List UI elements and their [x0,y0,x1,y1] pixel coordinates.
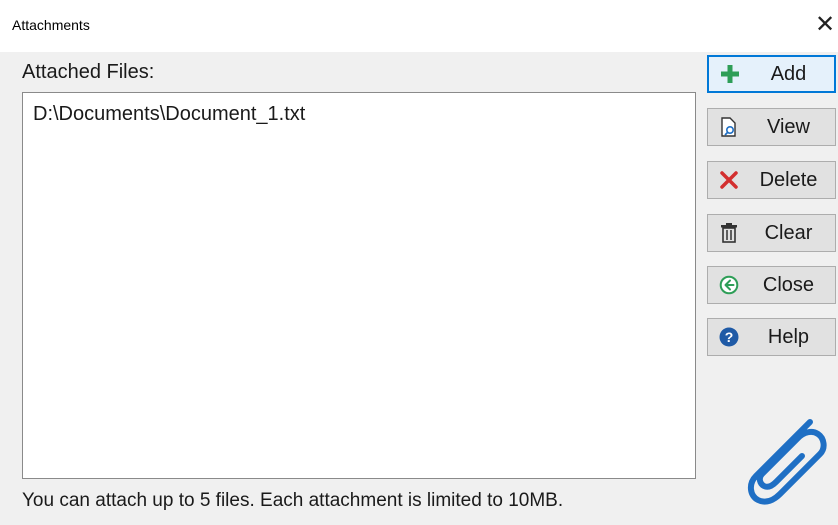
help-button[interactable]: ? Help [707,318,836,356]
svg-text:?: ? [725,329,734,345]
clear-button-label: Clear [764,221,813,244]
attachment-limit-note: You can attach up to 5 files. Each attac… [22,490,564,511]
add-button-label: Add [770,62,807,85]
close-button-label: Close [762,273,815,296]
attached-files-label: Attached Files: [22,61,155,83]
help-button-label: Help [767,325,810,348]
title-bar: Attachments ✕ [0,0,838,52]
delete-button[interactable]: Delete [707,161,836,199]
help-icon: ? [718,326,740,348]
list-item[interactable]: D:\Documents\Document_1.txt [33,103,305,126]
delete-button-label: Delete [759,168,818,191]
paperclip-icon [722,404,832,514]
delete-x-icon [718,169,740,191]
view-document-icon [718,116,740,138]
view-button-label: View [767,115,810,138]
close-button[interactable]: Close [707,266,836,304]
window-title: Attachments [12,17,90,33]
attached-files-list[interactable]: D:\Documents\Document_1.txt [22,92,696,479]
clear-button[interactable]: Clear [707,214,836,252]
attachments-dialog: Attachments ✕ Attached Files: D:\Documen… [0,0,838,525]
back-arrow-circle-icon [718,274,740,296]
view-button[interactable]: View [707,108,836,146]
plus-icon [719,63,741,85]
trash-icon [718,222,740,244]
close-window-button[interactable]: ✕ [812,10,838,40]
add-button[interactable]: Add [707,55,836,93]
